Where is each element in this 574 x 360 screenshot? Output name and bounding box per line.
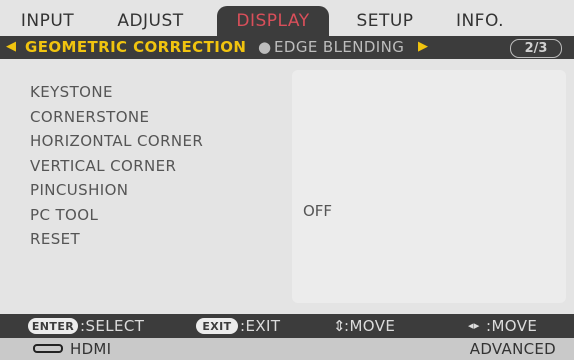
submenu-edge-blending[interactable]: EDGE BLENDING [274, 38, 404, 56]
submenu-prev-arrow-icon[interactable]: ◀ [6, 39, 16, 54]
exit-hint: :EXIT [240, 317, 281, 335]
menu-item-cornerstone[interactable]: CORNERSTONE [30, 105, 203, 130]
tab-input[interactable]: INPUT [10, 6, 85, 36]
projector-osd-menu: INPUT ADJUST DISPLAY SETUP INFO. ◀ GEOME… [0, 0, 574, 360]
tab-adjust[interactable]: ADJUST [98, 6, 203, 36]
submenu-separator-icon: ● [258, 38, 272, 56]
enter-key-icon: ENTER [28, 318, 78, 334]
input-source-label: HDMI [70, 340, 112, 358]
submenu-next-arrow-icon[interactable]: ▶ [418, 39, 428, 54]
select-hint: :SELECT [80, 317, 145, 335]
tab-display[interactable]: DISPLAY [217, 6, 329, 36]
hdmi-connector-icon [33, 344, 63, 353]
tab-setup[interactable]: SETUP [340, 6, 430, 36]
menu-item-reset[interactable]: RESET [30, 227, 203, 252]
menu-item-keystone[interactable]: KEYSTONE [30, 80, 203, 105]
submenu-bar: ◀ GEOMETRIC CORRECTION ● EDGE BLENDING ▶… [0, 36, 574, 59]
menu-item-pincushion[interactable]: PINCUSHION [30, 178, 203, 203]
move-horizontal-hint: :MOVE [486, 317, 538, 335]
move-vertical-hint: :MOVE [344, 317, 396, 335]
menu-item-horizontal-corner[interactable]: HORIZONTAL CORNER [30, 129, 203, 154]
value-panel [292, 70, 566, 303]
input-info-bar: HDMI ADVANCED [0, 338, 574, 360]
menu-item-vertical-corner[interactable]: VERTICAL CORNER [30, 154, 203, 179]
pc-tool-value: OFF [303, 202, 333, 220]
left-right-arrows-icon: ◂▸ [468, 319, 480, 332]
menu-item-list: KEYSTONE CORNERSTONE HORIZONTAL CORNER V… [30, 80, 203, 252]
menu-item-pc-tool[interactable]: PC TOOL [30, 203, 203, 228]
submenu-geometric-correction[interactable]: GEOMETRIC CORRECTION [25, 38, 246, 56]
menu-content: KEYSTONE CORNERSTONE HORIZONTAL CORNER V… [5, 64, 569, 309]
menu-mode-label: ADVANCED [469, 340, 556, 358]
menu-tab-bar: INPUT ADJUST DISPLAY SETUP INFO. [0, 0, 574, 36]
key-guide-bar: ENTER :SELECT EXIT :EXIT ⇕ :MOVE ◂▸ :MOV… [0, 314, 574, 338]
tab-info[interactable]: INFO. [440, 6, 520, 36]
exit-key-icon: EXIT [196, 318, 238, 334]
page-indicator: 2/3 [510, 39, 562, 58]
